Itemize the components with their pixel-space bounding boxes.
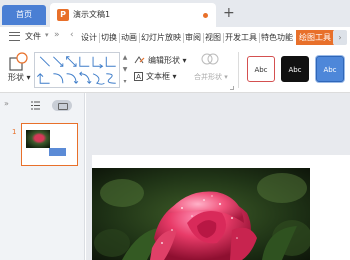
unsaved-indicator: [203, 13, 208, 18]
tab-design[interactable]: 设计: [80, 30, 98, 45]
home-tab[interactable]: 首页: [2, 5, 46, 25]
add-tab-button[interactable]: +: [223, 5, 235, 21]
menu-bar: 文件 ▾ » ‹ 设计 切换 动画 幻灯片放映 审阅 视图 开发工具 特色功能 …: [0, 27, 350, 48]
slide-canvas[interactable]: [86, 93, 350, 260]
shape-button-label: 形状: [8, 73, 24, 82]
gallery-scroll[interactable]: ▲ ▼ ▾: [121, 52, 129, 88]
outline-view-icon[interactable]: [31, 101, 40, 110]
chevron-down-icon[interactable]: ▼: [121, 64, 129, 76]
dialog-launcher-icon[interactable]: [230, 86, 234, 90]
chevron-left-icon[interactable]: ‹: [70, 30, 74, 40]
thumbnail-shape: [49, 148, 66, 156]
slide-panel: » 1: [0, 93, 85, 260]
line-shape-gallery[interactable]: [34, 52, 120, 88]
shape-style-option[interactable]: Abc: [247, 56, 275, 82]
shape-icon[interactable]: [8, 52, 30, 72]
tab-view[interactable]: 视图: [204, 30, 222, 45]
file-menu[interactable]: 文件: [25, 31, 41, 42]
shape-button[interactable]: 形状 ▾: [8, 72, 31, 83]
shape-style-option[interactable]: Abc: [281, 56, 309, 82]
presentation-icon: P: [57, 9, 69, 21]
document-tab[interactable]: P 演示文稿1: [50, 3, 216, 27]
merge-shapes-icon: [201, 53, 219, 65]
chevron-down-icon[interactable]: ▾: [45, 31, 49, 39]
ribbon-tab-list: 设计 切换 动画 幻灯片放映 审阅 视图 开发工具 特色功能 绘图工具: [80, 30, 334, 45]
slides-view-icon[interactable]: [52, 100, 72, 111]
rose-image[interactable]: [92, 168, 310, 260]
textbox-button[interactable]: A 文本框 ▾: [134, 71, 177, 82]
ribbon-divider: [238, 52, 239, 88]
chevron-up-icon[interactable]: ▲: [121, 52, 129, 64]
textbox-icon: A: [134, 72, 143, 81]
tab-review[interactable]: 审阅: [184, 30, 202, 45]
expand-gallery-icon[interactable]: ▾: [121, 76, 129, 88]
tab-animation[interactable]: 动画: [120, 30, 138, 45]
merge-shapes-label: 合并形状: [194, 73, 222, 81]
slide-number: 1: [12, 128, 17, 136]
ribbon-toolbar: 形状 ▾ ▲ ▼ ▾ 编辑形状 ▾ A 文本框 ▾ 合并形状 ▾ Abc Abc…: [0, 48, 350, 93]
more-tabs-left-button[interactable]: »: [54, 30, 60, 40]
edit-shape-button[interactable]: 编辑形状 ▾: [134, 55, 187, 66]
tab-slideshow[interactable]: 幻灯片放映: [140, 30, 182, 45]
document-tab-title: 演示文稿1: [73, 10, 111, 19]
tab-drawing-tools[interactable]: 绘图工具: [296, 30, 334, 45]
slide-page[interactable]: [92, 155, 350, 260]
edit-shape-label: 编辑形状: [148, 56, 180, 65]
tab-developer[interactable]: 开发工具: [224, 30, 258, 45]
tab-features[interactable]: 特色功能: [260, 30, 294, 45]
title-bar: 首页 P 演示文稿1 +: [0, 0, 350, 27]
merge-shapes-button[interactable]: 合并形状 ▾: [194, 72, 228, 82]
slide-thumbnail[interactable]: [21, 123, 78, 166]
more-tabs-right-button[interactable]: ›: [333, 30, 347, 45]
collapse-panel-icon[interactable]: »: [4, 99, 9, 108]
shape-style-option-selected[interactable]: Abc: [316, 56, 344, 82]
menu-icon[interactable]: [9, 32, 20, 41]
textbox-label: 文本框: [146, 72, 170, 81]
thumbnail-image: [26, 130, 50, 148]
tab-transition[interactable]: 切换: [100, 30, 118, 45]
